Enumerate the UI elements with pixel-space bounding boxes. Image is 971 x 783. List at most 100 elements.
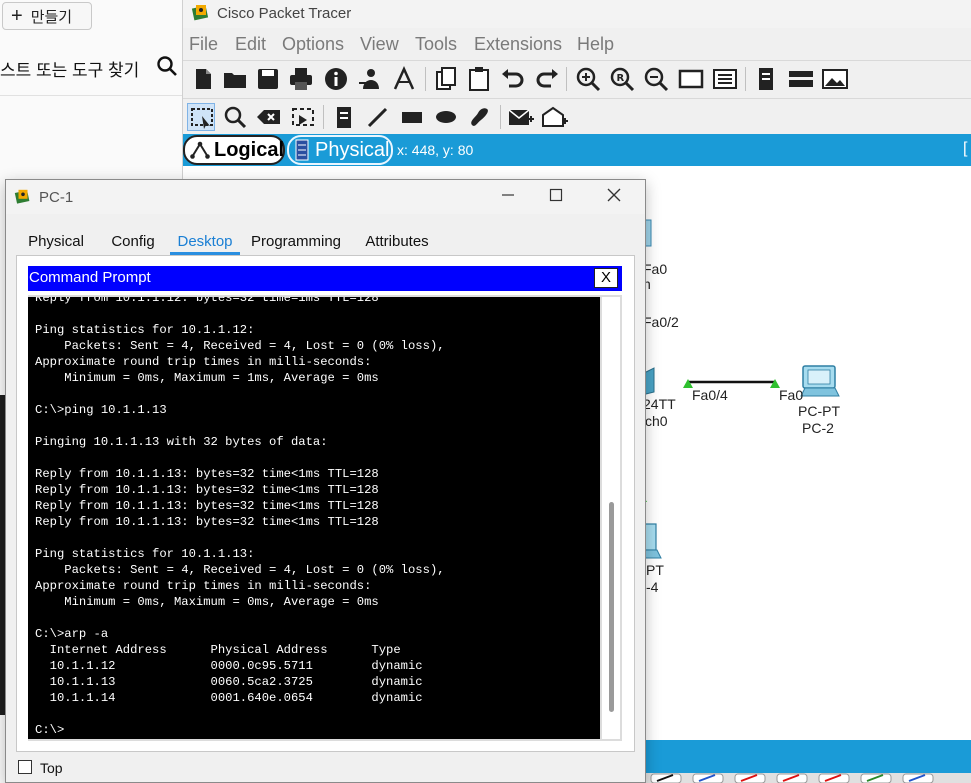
top-checkbox[interactable] [18, 760, 32, 774]
port-label: Fa0 [643, 261, 668, 277]
physical-icon [295, 139, 309, 161]
terminal-line: C:\>ping 10.1.1.13 [35, 403, 167, 417]
tab-desktop[interactable]: Desktop [170, 229, 240, 255]
search-box[interactable]: 스트 또는 도구 찾기 [0, 52, 182, 82]
custom-devices-icon[interactable] [711, 65, 739, 93]
terminal-line: 10.1.1.14 0001.640e.0654 dynamic [35, 691, 423, 705]
save-icon[interactable] [254, 65, 282, 93]
dialog-titlebar[interactable]: PC-1 [6, 180, 645, 214]
copy-icon[interactable] [432, 65, 460, 93]
minimize-icon[interactable] [485, 184, 531, 212]
close-icon[interactable] [591, 184, 637, 212]
maximize-icon[interactable] [533, 184, 579, 212]
port-label: Fa0/4 [692, 387, 728, 403]
tab-physical-config[interactable]: Physical [16, 229, 96, 255]
search-text: 스트 또는 도구 찾기 [0, 61, 140, 80]
toolbar-separator [425, 67, 426, 91]
port-label: Fa0/2 [643, 314, 679, 330]
plus-icon: + [11, 5, 23, 27]
tab-logical-label: Logical [214, 138, 285, 161]
device-model-label: PC-PT [798, 403, 840, 419]
command-prompt-frame: Reply from 10.1.1.12: bytes=32 time=1ms … [28, 295, 622, 741]
app-titlebar: Cisco Packet Tracer [183, 0, 971, 28]
terminal-line: 10.1.1.12 0000.0c95.5711 dynamic [35, 659, 423, 673]
tab-physical-label: Physical [315, 138, 390, 161]
tab-config[interactable]: Config [100, 229, 166, 255]
terminal-line: Packets: Sent = 4, Received = 4, Lost = … [35, 563, 445, 577]
menu-tools[interactable]: Tools [415, 34, 457, 55]
packet-tracer-logo-icon [14, 188, 32, 211]
terminal-line: Reply from 10.1.1.13: bytes=32 time<1ms … [35, 483, 379, 497]
device-list-icon[interactable] [787, 65, 815, 93]
paste-icon[interactable] [465, 65, 493, 93]
add-complex-pdu-icon[interactable] [541, 103, 569, 131]
terminal-line: Minimum = 0ms, Maximum = 0ms, Average = … [35, 595, 379, 609]
undo-icon[interactable] [499, 65, 527, 93]
command-prompt-title: Command Prompt [29, 269, 151, 286]
menu-options[interactable]: Options [282, 34, 344, 55]
image-icon[interactable] [821, 65, 849, 93]
terminal[interactable]: Reply from 10.1.1.12: bytes=32 time=1ms … [28, 297, 600, 739]
main-toolbar: R [183, 60, 971, 97]
pc-2-icon [800, 365, 840, 397]
open-folder-icon[interactable] [221, 65, 249, 93]
terminal-scrollbar[interactable] [602, 297, 620, 739]
print-icon[interactable] [287, 65, 315, 93]
edit-toolbar [183, 98, 971, 133]
user-network-icon[interactable] [357, 65, 385, 93]
terminal-line: C:\>arp -a [35, 627, 109, 641]
command-prompt-close-button[interactable]: X [594, 268, 618, 288]
draw-rectangle-icon[interactable] [398, 103, 426, 131]
resize-shape-icon[interactable] [289, 103, 317, 131]
terminal-line: Reply from 10.1.1.13: bytes=32 time<1ms … [35, 499, 379, 513]
toolbar-separator [323, 105, 324, 129]
activity-wizard-icon[interactable] [391, 65, 419, 93]
menu-view[interactable]: View [360, 34, 399, 55]
zoom-reset-icon[interactable]: R [608, 65, 636, 93]
drawing-palette-icon[interactable] [677, 65, 705, 93]
terminal-line: Reply from 10.1.1.13: bytes=32 time<1ms … [35, 515, 379, 529]
terminal-line: Internet Address Physical Address Type [35, 643, 401, 657]
new-file-icon[interactable] [189, 65, 217, 93]
device-name-label: -4 [646, 579, 659, 595]
tab-attributes[interactable]: Attributes [358, 229, 436, 255]
terminal-output: Reply from 10.1.1.12: bytes=32 time=1ms … [35, 297, 445, 738]
terminal-line: C:\> [35, 723, 65, 737]
draw-line-icon[interactable] [364, 103, 392, 131]
device-model-label: PT [646, 562, 664, 578]
freeform-icon[interactable] [466, 103, 494, 131]
delete-icon[interactable] [255, 103, 283, 131]
add-simple-pdu-icon[interactable] [507, 103, 535, 131]
top-checkbox-label: Top [40, 760, 63, 776]
notes-icon[interactable] [752, 65, 780, 93]
terminal-line: Packets: Sent = 4, Received = 4, Lost = … [35, 339, 445, 353]
search-icon[interactable] [156, 55, 178, 82]
info-icon[interactable] [322, 65, 350, 93]
draw-ellipse-icon[interactable] [432, 103, 460, 131]
dialog-tabs: Physical Config Desktop Programming Attr… [16, 229, 436, 255]
zoom-out-icon[interactable] [642, 65, 670, 93]
device-name-label: PC-2 [802, 420, 834, 436]
new-button[interactable]: + 만들기 [2, 2, 92, 30]
menu-help[interactable]: Help [577, 34, 614, 55]
terminal-line: Reply from 10.1.1.13: bytes=32 time<1ms … [35, 467, 379, 481]
tab-logical[interactable]: Logical [183, 135, 285, 165]
redo-icon[interactable] [533, 65, 561, 93]
menu-edit[interactable]: Edit [235, 34, 266, 55]
terminal-line: Approximate round trip times in milli-se… [35, 355, 372, 369]
mode-bar: Logical Physical x: 448, y: 80 [ [183, 134, 971, 166]
tab-programming[interactable]: Programming [246, 229, 346, 255]
menu-extensions[interactable]: Extensions [474, 34, 562, 55]
place-note-icon[interactable] [330, 103, 358, 131]
inspect-icon[interactable] [221, 103, 249, 131]
select-icon[interactable] [187, 103, 215, 131]
dialog-title: PC-1 [39, 189, 74, 206]
menu-file[interactable]: File [189, 34, 218, 55]
tab-physical[interactable]: Physical [287, 135, 393, 165]
device-palette-strip [643, 773, 971, 783]
scrollbar-thumb[interactable] [609, 502, 614, 712]
zoom-in-icon[interactable] [574, 65, 602, 93]
